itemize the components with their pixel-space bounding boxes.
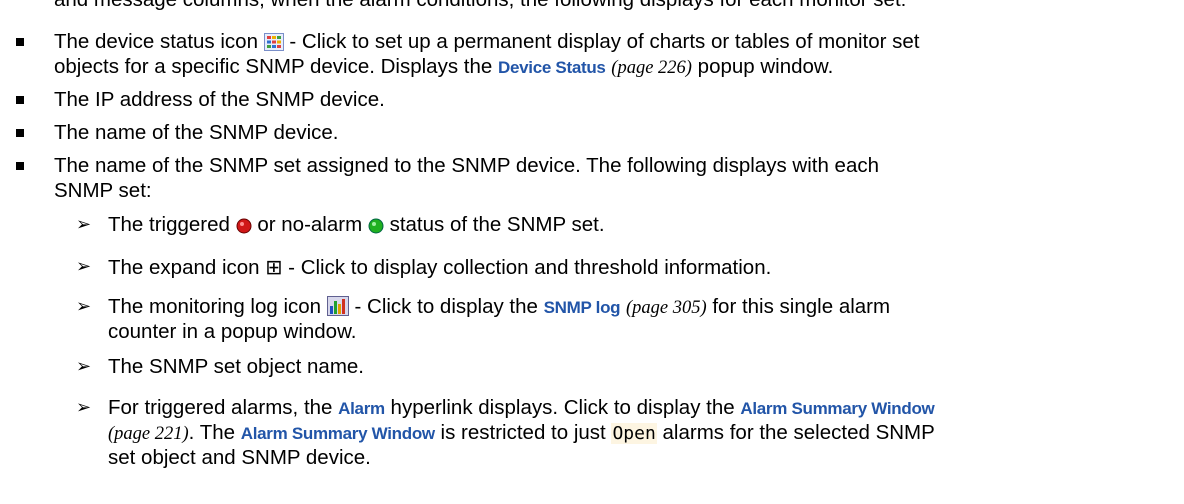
bullet-marker	[16, 162, 24, 170]
bullet-text: status of the SNMP set.	[389, 213, 605, 236]
bullet-marker	[16, 129, 24, 137]
bullet-text: objects for a specific SNMP device. Disp…	[54, 55, 493, 78]
arrow-bullet-icon: ➢	[76, 256, 92, 277]
device-status-link[interactable]: Device Status	[498, 58, 606, 77]
arrow-bullet-icon: ➢	[76, 397, 92, 418]
bullet-text: For triggered alarms, the	[108, 396, 333, 419]
arrow-bullet-icon: ➢	[76, 356, 92, 377]
bullet-text: or no-alarm	[257, 213, 363, 236]
sub-bullet-alarm-line1: For triggered alarms, the Alarm hyperlin…	[108, 396, 935, 421]
alarm-summary-window-link[interactable]: Alarm Summary Window	[241, 424, 435, 443]
bullet-marker	[16, 38, 24, 46]
sub-bullet-alarm-line2: (page 221). The Alarm Summary Window is …	[108, 421, 935, 446]
bullet-snmp-set-line2: SNMP set:	[54, 179, 152, 202]
sub-bullet-status: The triggered or no-alarm status of the …	[108, 213, 605, 240]
document-page: and message columns, when the alarm cond…	[0, 0, 1184, 504]
bullet-text: for this single alarm	[712, 295, 891, 318]
bullet-text: The triggered	[108, 213, 230, 236]
page-ref: (page 305)	[625, 298, 707, 318]
alarm-summary-window-link[interactable]: Alarm Summary Window	[740, 399, 934, 418]
bullet-device-name: The name of the SNMP device.	[54, 121, 339, 144]
bullet-device-status: The device status icon - Click to set up…	[54, 30, 920, 57]
monitoring-log-icon[interactable]	[326, 296, 349, 322]
bullet-text: popup window.	[697, 55, 834, 78]
bullet-text: The monitoring log icon	[108, 295, 322, 318]
sub-bullet-object-name: The SNMP set object name.	[108, 355, 364, 378]
bullet-text: - Click to set up a permanent display of…	[289, 30, 920, 53]
sub-bullet-monitoring-log: The monitoring log icon - Click to displ…	[108, 295, 890, 322]
bullet-text: The device status icon	[54, 30, 258, 53]
bullet-marker	[16, 96, 24, 104]
bullet-text: hyperlink displays. Click to display the	[390, 396, 735, 419]
bullet-ip-address: The IP address of the SNMP device.	[54, 88, 385, 111]
bullet-text: alarms for the selected SNMP	[662, 421, 935, 444]
sub-bullet-alarm-line3: set object and SNMP device.	[108, 446, 371, 469]
page-ref: (page 226)	[611, 58, 692, 78]
code-open: Open	[611, 423, 657, 444]
page-ref: (page 221)	[108, 424, 189, 444]
expand-icon[interactable]: ⊞	[265, 255, 282, 279]
sub-bullet-monitoring-log-line2: counter in a popup window.	[108, 320, 357, 343]
bullet-text: is restricted to just	[440, 421, 606, 444]
bullet-text: - Click to display the	[354, 295, 538, 318]
bullet-snmp-set-line1: The name of the SNMP set assigned to the…	[54, 154, 879, 177]
green-status-icon	[368, 216, 384, 240]
bullet-device-status-line2: objects for a specific SNMP device. Disp…	[54, 55, 833, 80]
arrow-bullet-icon: ➢	[76, 296, 92, 317]
device-status-icon[interactable]	[263, 33, 284, 57]
partial-top-line: and message columns, when the alarm cond…	[54, 0, 906, 12]
sub-bullet-expand: The expand icon ⊞ - Click to display col…	[108, 255, 771, 280]
snmp-log-link[interactable]: SNMP log	[544, 298, 621, 317]
alarm-link[interactable]: Alarm	[338, 399, 385, 418]
bullet-text: - Click to display collection and thresh…	[288, 256, 772, 279]
arrow-bullet-icon: ➢	[76, 214, 92, 235]
bullet-text: The expand icon	[108, 256, 260, 279]
bullet-text: . The	[188, 421, 236, 444]
red-status-icon	[236, 216, 252, 240]
